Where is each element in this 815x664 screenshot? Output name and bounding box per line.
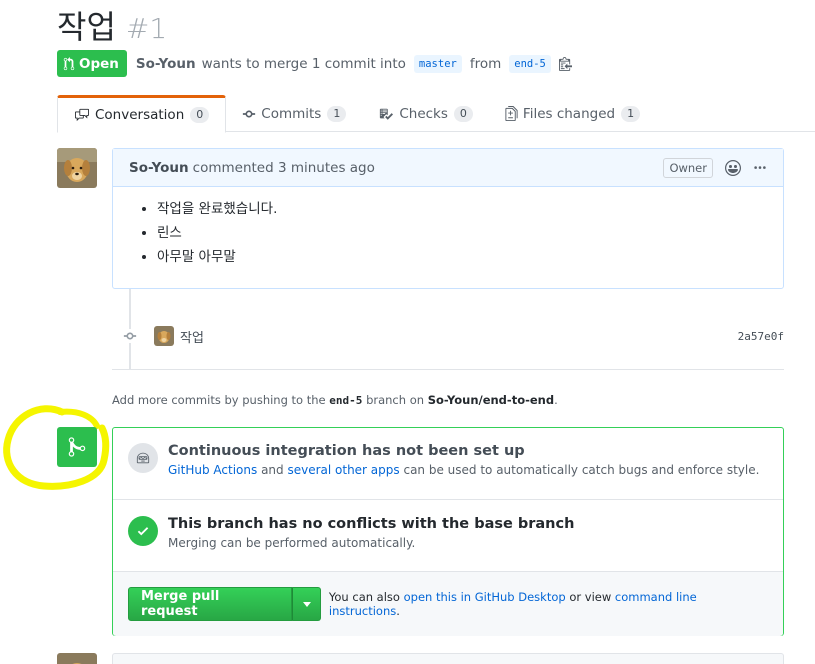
avatar[interactable] bbox=[57, 653, 97, 664]
conflict-title: This branch has no conflicts with the ba… bbox=[168, 516, 575, 532]
tab-conversation[interactable]: Conversation 0 bbox=[57, 95, 227, 133]
new-comment-box[interactable] bbox=[112, 653, 784, 664]
conflict-section: This branch has no conflicts with the ba… bbox=[113, 500, 783, 572]
tab-files-changed[interactable]: Files changed 1 bbox=[489, 95, 656, 132]
dog-avatar-icon bbox=[57, 653, 97, 664]
comment-options-button[interactable] bbox=[753, 161, 767, 175]
tab-commits[interactable]: Commits 1 bbox=[226, 95, 362, 132]
commit-sha-link[interactable]: 2a57e0f bbox=[738, 330, 784, 343]
commit-message-link[interactable]: 작업 bbox=[180, 327, 204, 346]
push-hint-middle: branch on bbox=[366, 393, 425, 407]
git-merge-icon bbox=[57, 427, 97, 467]
ci-section: Continuous integration has not been set … bbox=[113, 428, 783, 500]
pr-author-link[interactable]: So-Youn bbox=[136, 56, 196, 72]
also-text: . bbox=[396, 604, 400, 618]
tab-counter: 1 bbox=[327, 105, 347, 122]
comment-timestamp: commented 3 minutes ago bbox=[192, 159, 375, 176]
meta-text-from: from bbox=[469, 55, 502, 72]
github-desktop-link[interactable]: open this in GitHub Desktop bbox=[404, 590, 566, 604]
list-item: 아무말 아무말 bbox=[157, 249, 767, 266]
pr-title: 작업 bbox=[57, 8, 116, 46]
comment-author[interactable]: So-Youn bbox=[129, 160, 189, 176]
github-actions-link[interactable]: GitHub Actions bbox=[168, 463, 257, 477]
list-item: 린스 bbox=[157, 225, 767, 242]
smiley-icon bbox=[725, 159, 741, 176]
also-text: You can also bbox=[328, 590, 400, 604]
conflict-description: Merging can be performed automatically. bbox=[168, 536, 416, 550]
push-hint-branch: end-5 bbox=[329, 394, 363, 407]
merge-method-dropdown[interactable] bbox=[292, 587, 321, 621]
tab-counter: 0 bbox=[190, 107, 210, 123]
triangle-down-icon bbox=[302, 601, 311, 607]
ci-text: and bbox=[261, 463, 284, 477]
push-hint-repo: So-Youn/end-to-end bbox=[427, 393, 555, 407]
merge-actions: Merge pull request You can also open thi… bbox=[113, 572, 783, 636]
merge-button-group: Merge pull request bbox=[128, 587, 321, 621]
checklist-icon bbox=[380, 108, 394, 120]
ci-status-icon bbox=[128, 443, 158, 473]
tab-counter: 1 bbox=[621, 105, 641, 122]
push-hint-prefix: Add more commits by pushing to the bbox=[112, 393, 326, 407]
avatar[interactable] bbox=[154, 326, 174, 346]
comment-box: So-Youn commented 3 minutes ago Owner 작업… bbox=[112, 148, 784, 289]
comment-body: 작업을 완료했습니다. 린스 아무말 아무말 bbox=[113, 187, 783, 266]
tab-label: Commits bbox=[261, 105, 322, 122]
file-diff-icon bbox=[505, 106, 518, 121]
also-text: or view bbox=[569, 590, 612, 604]
comment-discussion-icon bbox=[75, 108, 89, 122]
merge-alternatives: You can also open this in GitHub Desktop… bbox=[329, 590, 768, 618]
comment-header: So-Youn commented 3 minutes ago Owner bbox=[113, 149, 783, 187]
dog-avatar-icon bbox=[154, 326, 174, 346]
pr-title-row: 작업 #1 bbox=[57, 2, 167, 48]
push-hint-suffix: . bbox=[554, 393, 558, 407]
pr-number: #1 bbox=[125, 12, 168, 45]
tab-label: Conversation bbox=[95, 107, 185, 123]
timeline-divider bbox=[112, 369, 784, 370]
dog-avatar-icon bbox=[57, 148, 97, 188]
reaction-button[interactable] bbox=[725, 159, 741, 176]
git-commit-icon bbox=[120, 329, 140, 343]
merge-pull-request-button[interactable]: Merge pull request bbox=[128, 587, 293, 621]
git-commit-icon bbox=[243, 110, 256, 117]
state-label: Open bbox=[79, 55, 119, 72]
pr-tabs: Conversation 0 Commits 1 Checks 0 Files … bbox=[57, 95, 815, 133]
merge-box: Continuous integration has not been set … bbox=[112, 427, 784, 636]
kebab-horizontal-icon bbox=[754, 165, 766, 169]
base-branch[interactable]: master bbox=[413, 54, 462, 73]
tab-label: Files changed bbox=[522, 105, 616, 122]
avatar[interactable] bbox=[57, 148, 97, 188]
state-badge: Open bbox=[57, 50, 127, 77]
meta-text-merge: wants to merge 1 commit into bbox=[201, 55, 406, 72]
tab-counter: 0 bbox=[453, 105, 473, 122]
check-icon bbox=[128, 516, 158, 546]
tab-checks[interactable]: Checks 0 bbox=[362, 95, 489, 132]
ci-text: can be used to automatically catch bugs … bbox=[403, 463, 760, 477]
other-apps-link[interactable]: several other apps bbox=[287, 463, 399, 477]
ci-title: Continuous integration has not been set … bbox=[168, 443, 525, 459]
head-branch[interactable]: end-5 bbox=[509, 54, 551, 73]
tab-label: Checks bbox=[399, 105, 448, 122]
pr-meta: Open So-Youn wants to merge 1 commit int… bbox=[57, 50, 572, 77]
clippy-icon[interactable] bbox=[558, 56, 572, 71]
owner-label: Owner bbox=[663, 157, 713, 178]
git-pull-request-icon bbox=[63, 56, 75, 70]
commit-row: 작업 2a57e0f bbox=[120, 324, 784, 348]
hubot-icon bbox=[136, 452, 150, 464]
ci-description: GitHub Actions and several other apps ca… bbox=[168, 463, 759, 477]
list-item: 작업을 완료했습니다. bbox=[157, 201, 767, 218]
push-hint: Add more commits by pushing to the end-5… bbox=[112, 393, 558, 407]
